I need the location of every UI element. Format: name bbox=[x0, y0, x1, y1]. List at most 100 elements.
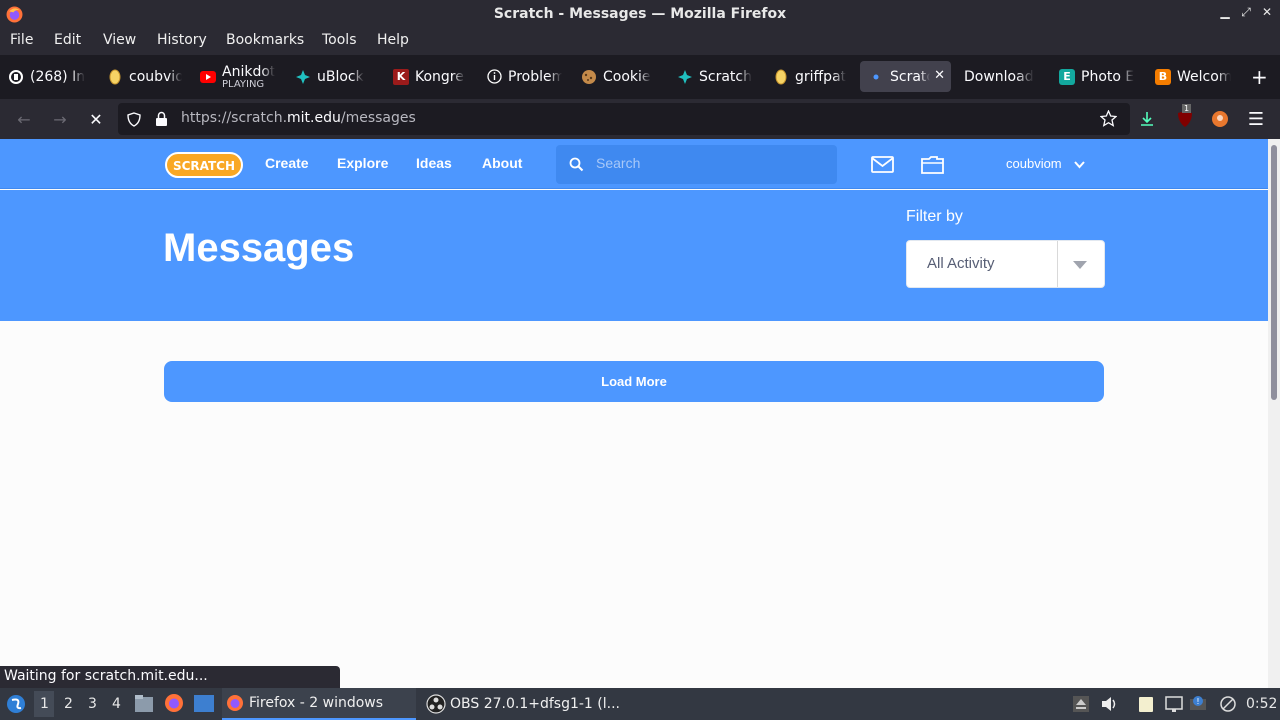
taskbar-obs[interactable]: OBS 27.0.1+dfsg1-1 (l... bbox=[424, 688, 624, 720]
messages-banner: Messages Filter by All Activity bbox=[0, 190, 1268, 321]
network-status-icon[interactable] bbox=[1219, 695, 1237, 713]
tab-item[interactable]: B Welcom bbox=[1155, 61, 1231, 92]
loading-dot-icon bbox=[868, 69, 884, 85]
tab-item[interactable]: Cookie bbox=[581, 61, 655, 92]
ublock-extension-icon[interactable]: 1 bbox=[1176, 104, 1194, 128]
photo-editor-icon: E bbox=[1059, 68, 1075, 85]
url-text[interactable]: https://scratch.mit.edu/messages bbox=[181, 110, 416, 126]
tab-item[interactable]: griffpat bbox=[773, 61, 848, 92]
cookie-icon bbox=[581, 69, 597, 85]
tab-item-active[interactable]: Scratc ✕ bbox=[860, 61, 951, 92]
menu-history[interactable]: History bbox=[157, 32, 207, 48]
task-label: OBS 27.0.1+dfsg1-1 (l... bbox=[450, 696, 620, 712]
menu-file[interactable]: File bbox=[10, 32, 33, 48]
menu-bookmarks[interactable]: Bookmarks bbox=[226, 32, 304, 48]
status-text: Waiting for scratch.mit.edu... bbox=[0, 666, 340, 688]
select-divider bbox=[1057, 241, 1058, 287]
maximize-button[interactable]: ⤢ bbox=[1239, 5, 1253, 20]
tab-item[interactable]: Anikdot PLAYING bbox=[200, 61, 278, 92]
tab-item[interactable]: K Kongreg bbox=[393, 61, 465, 92]
close-tab-icon[interactable]: ✕ bbox=[934, 68, 945, 83]
tab-label: Scratch bbox=[699, 68, 752, 85]
dropdown-caret-icon bbox=[1073, 261, 1087, 269]
desktop-icon[interactable] bbox=[193, 694, 215, 713]
back-arrow-icon[interactable]: ← bbox=[12, 107, 36, 131]
tab-label: Photo E bbox=[1081, 68, 1135, 85]
tray-eject-icon[interactable] bbox=[1072, 695, 1090, 713]
svg-text:!: ! bbox=[1196, 697, 1199, 706]
tab-item[interactable]: uBlock bbox=[295, 61, 370, 92]
menu-view[interactable]: View bbox=[103, 32, 136, 48]
chevron-down-icon[interactable] bbox=[1074, 161, 1085, 169]
workspace-4[interactable]: 4 bbox=[112, 696, 121, 712]
minimize-button[interactable]: ▁ bbox=[1218, 5, 1232, 19]
firefox-launcher-icon[interactable] bbox=[164, 693, 184, 713]
start-menu-icon[interactable] bbox=[6, 694, 26, 714]
workspace-2[interactable]: 2 bbox=[64, 696, 73, 712]
obs-icon bbox=[426, 694, 446, 714]
tab-item[interactable]: coubvio bbox=[107, 61, 182, 92]
nav-explore-link[interactable]: Explore bbox=[337, 155, 388, 171]
tab-item[interactable]: Scratch bbox=[677, 61, 752, 92]
nav-ideas-link[interactable]: Ideas bbox=[416, 155, 452, 171]
load-more-button[interactable]: Load More bbox=[164, 361, 1104, 402]
shield-icon[interactable] bbox=[127, 112, 141, 127]
tab-label: Kongreg bbox=[415, 68, 465, 85]
stop-loading-icon[interactable]: ✕ bbox=[84, 107, 108, 131]
taskbar-firefox[interactable]: Firefox - 2 windows bbox=[222, 688, 416, 720]
workspace-1[interactable]: 1 bbox=[40, 696, 49, 712]
scratch-addons-icon bbox=[295, 69, 311, 85]
volume-icon[interactable] bbox=[1100, 695, 1118, 713]
tab-item[interactable]: (268) In bbox=[8, 61, 88, 92]
search-icon bbox=[569, 157, 584, 172]
navigation-toolbar: ← → ✕ https://scratch.mit.edu/messages 1… bbox=[0, 99, 1280, 139]
workspace-3[interactable]: 3 bbox=[88, 696, 97, 712]
blogger-icon: B bbox=[1155, 68, 1171, 85]
lock-icon[interactable] bbox=[155, 111, 168, 127]
filter-select[interactable]: All Activity bbox=[906, 240, 1105, 288]
downloads-icon[interactable] bbox=[1139, 111, 1155, 127]
tab-item[interactable]: Problem bbox=[486, 61, 562, 92]
tab-label: Anikdot bbox=[222, 63, 276, 80]
tab-label: Cookie bbox=[603, 68, 651, 85]
tab-item[interactable]: E Photo E bbox=[1059, 61, 1137, 92]
filter-selected-value: All Activity bbox=[927, 255, 995, 272]
menu-edit[interactable]: Edit bbox=[54, 32, 81, 48]
youtube-icon bbox=[200, 69, 216, 85]
info-icon bbox=[486, 69, 502, 85]
messages-envelope-icon[interactable] bbox=[871, 156, 894, 173]
extension-orange-icon[interactable] bbox=[1211, 110, 1229, 128]
search-input[interactable]: Search bbox=[556, 145, 837, 184]
new-tab-button[interactable]: + bbox=[1251, 61, 1271, 92]
my-stuff-folder-icon[interactable] bbox=[921, 155, 944, 174]
url-bar[interactable]: https://scratch.mit.edu/messages bbox=[118, 103, 1130, 135]
network-monitor-icon[interactable] bbox=[1165, 695, 1183, 713]
scrollbar-thumb[interactable] bbox=[1271, 145, 1277, 400]
tab-item[interactable]: Download bbox=[964, 61, 1040, 92]
file-manager-icon[interactable] bbox=[134, 694, 154, 713]
page-scrollbar[interactable] bbox=[1268, 139, 1280, 688]
nav-about-link[interactable]: About bbox=[482, 155, 522, 171]
nav-create-link[interactable]: Create bbox=[265, 155, 309, 171]
tab-favicon-circle-icon bbox=[8, 69, 24, 85]
clipboard-icon[interactable] bbox=[1137, 695, 1155, 713]
page-title: Messages bbox=[163, 226, 355, 270]
system-taskbar: 1 2 3 4 Firefox - 2 windows OBS 27.0.1+d… bbox=[0, 688, 1280, 720]
menu-tools[interactable]: Tools bbox=[322, 32, 357, 48]
tab-label: coubvio bbox=[129, 68, 182, 85]
bookmark-star-icon[interactable] bbox=[1100, 110, 1117, 127]
menu-bar: File Edit View History Bookmarks Tools H… bbox=[0, 29, 1280, 53]
search-placeholder: Search bbox=[596, 155, 641, 171]
notification-icon[interactable]: ! bbox=[1189, 695, 1207, 713]
scratch-logo[interactable]: SCRATCH bbox=[165, 151, 243, 179]
tab-label: Problem bbox=[508, 68, 562, 85]
hamburger-menu-icon[interactable]: ☰ bbox=[1244, 107, 1268, 131]
tab-label: uBlock bbox=[317, 68, 364, 85]
firefox-task-icon bbox=[227, 695, 243, 711]
account-username[interactable]: coubviom bbox=[1006, 156, 1062, 171]
tab-label: Download bbox=[964, 68, 1034, 85]
close-window-button[interactable]: ✕ bbox=[1260, 5, 1274, 19]
forward-arrow-icon[interactable]: → bbox=[48, 107, 72, 131]
tab-label: (268) In bbox=[30, 68, 86, 85]
menu-help[interactable]: Help bbox=[377, 32, 409, 48]
